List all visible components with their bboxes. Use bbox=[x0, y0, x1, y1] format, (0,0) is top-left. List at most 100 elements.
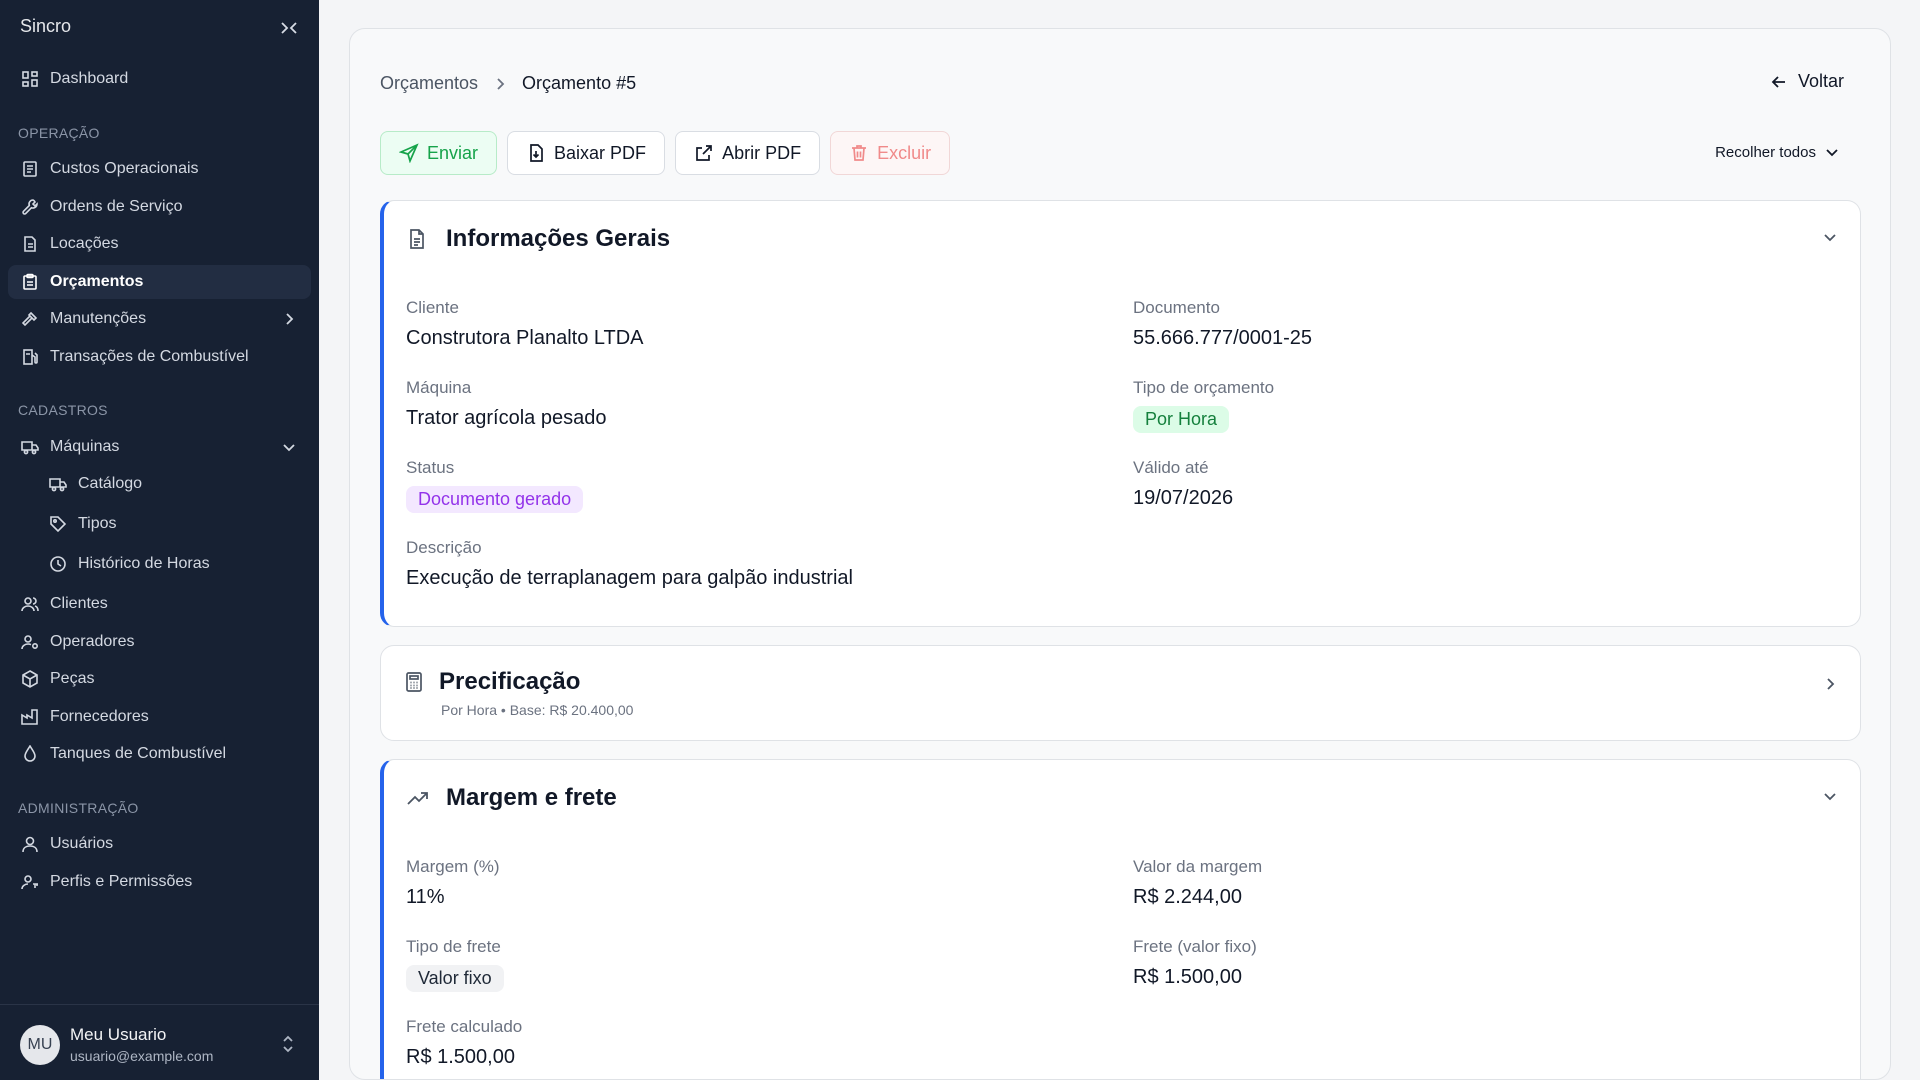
avatar: MU bbox=[20, 1025, 60, 1065]
back-button[interactable]: Voltar bbox=[1770, 71, 1844, 92]
nav-custos-operacionais[interactable]: Custos Operacionais bbox=[8, 152, 311, 186]
collapse-chevrons-icon bbox=[281, 22, 297, 34]
file-icon bbox=[20, 234, 40, 254]
card-title: Precificação bbox=[439, 668, 581, 695]
nav-label: Máquinas bbox=[50, 438, 120, 455]
nav-manutencoes[interactable]: Manutenções bbox=[8, 302, 311, 336]
truck-icon bbox=[20, 437, 40, 457]
field-label: Máquina bbox=[406, 378, 472, 397]
field-label: Documento bbox=[1133, 298, 1220, 317]
nav-label: Dashboard bbox=[50, 70, 129, 87]
open-pdf-button[interactable]: Abrir PDF bbox=[675, 131, 821, 175]
toolbar: Enviar Baixar PDF Abrir PDF Excluir bbox=[380, 131, 960, 175]
breadcrumb-orcamentos[interactable]: Orçamentos bbox=[380, 73, 478, 94]
nav-orcamentos[interactable]: Orçamentos bbox=[8, 265, 311, 299]
user-menu[interactable]: MU Meu Usuario usuario@example.com bbox=[0, 1004, 319, 1080]
nav-label: Locações bbox=[50, 235, 119, 252]
trending-up-icon bbox=[406, 786, 430, 810]
download-pdf-button[interactable]: Baixar PDF bbox=[507, 131, 666, 175]
nav-label: Usuários bbox=[50, 835, 114, 852]
nav-label: Manutenções bbox=[50, 310, 147, 327]
clock-icon bbox=[48, 554, 68, 574]
nav-operadores[interactable]: Operadores bbox=[8, 625, 311, 659]
card-collapse-toggle[interactable] bbox=[1820, 786, 1840, 806]
nav-ordens-servico[interactable]: Ordens de Serviço bbox=[8, 190, 311, 224]
collapse-all-button[interactable]: Recolher todos bbox=[1715, 143, 1842, 161]
chevron-right-icon bbox=[1827, 678, 1835, 690]
nav-pecas[interactable]: Peças bbox=[8, 662, 311, 696]
dashboard-icon bbox=[20, 69, 40, 89]
card-informacoes-gerais: Informações Gerais Cliente Construtora P… bbox=[380, 200, 1861, 627]
nav-fornecedores[interactable]: Fornecedores bbox=[8, 700, 311, 734]
receipt-icon bbox=[20, 159, 40, 179]
field-value: Trator agrícola pesado bbox=[406, 407, 607, 429]
nav-label: Catálogo bbox=[78, 475, 143, 492]
chevron-down-icon bbox=[1824, 793, 1836, 801]
field-valor-margem: Valor da margem R$ 2.244,00 bbox=[1133, 857, 1262, 909]
nav-label: Ordens de Serviço bbox=[50, 198, 183, 215]
nav-catalogo[interactable]: Catálogo bbox=[36, 467, 311, 501]
breadcrumb-current: Orçamento #5 bbox=[522, 73, 637, 93]
field-documento: Documento 55.666.777/0001-25 bbox=[1133, 298, 1312, 350]
card-precificacao[interactable]: Precificação Por Hora • Base: R$ 20.400,… bbox=[380, 645, 1861, 741]
chevron-down-icon bbox=[1824, 234, 1836, 242]
field-label: Status bbox=[406, 458, 455, 477]
field-label: Valor da margem bbox=[1133, 857, 1263, 876]
clipboard-icon bbox=[20, 272, 40, 292]
status-badge: Documento gerado bbox=[406, 486, 584, 513]
nav-tipos[interactable]: Tipos bbox=[36, 507, 311, 541]
card-expand-toggle[interactable] bbox=[1820, 674, 1840, 694]
nav-clientes[interactable]: Clientes bbox=[8, 587, 311, 621]
back-label: Voltar bbox=[1797, 71, 1844, 91]
nav-usuarios[interactable]: Usuários bbox=[8, 827, 311, 861]
field-value: 55.666.777/0001-25 bbox=[1133, 327, 1313, 349]
card-header[interactable]: Precificação bbox=[403, 668, 580, 696]
field-cliente: Cliente Construtora Planalto LTDA bbox=[406, 298, 644, 350]
field-label: Tipo de frete bbox=[406, 937, 501, 956]
document-icon bbox=[406, 227, 430, 251]
card-header[interactable]: Informações Gerais bbox=[406, 225, 670, 253]
field-label: Descrição bbox=[406, 538, 482, 557]
truck-icon bbox=[48, 474, 68, 494]
card-title: Informações Gerais bbox=[446, 225, 671, 252]
chevrons-up-down-icon bbox=[278, 1033, 298, 1055]
nav-maquinas[interactable]: Máquinas bbox=[8, 430, 311, 464]
card-header[interactable]: Margem e frete bbox=[406, 784, 617, 812]
field-frete-calculado: Frete calculado R$ 1.500,00 bbox=[406, 1017, 522, 1069]
nav-label: Perfis e Permissões bbox=[50, 873, 193, 890]
nav-label: Peças bbox=[50, 670, 95, 687]
send-button[interactable]: Enviar bbox=[380, 131, 498, 175]
open-pdf-label: Abrir PDF bbox=[722, 142, 802, 163]
user-email: usuario@example.com bbox=[70, 1048, 214, 1064]
card-title: Margem e frete bbox=[446, 784, 617, 811]
nav-perfis-permissoes[interactable]: Perfis e Permissões bbox=[8, 865, 311, 899]
nav-label: Operadores bbox=[50, 633, 135, 650]
field-value: Execução de terraplanagem para galpão in… bbox=[406, 567, 853, 589]
nav-label: Tipos bbox=[78, 515, 117, 532]
chevron-down-icon bbox=[279, 437, 299, 457]
nav-dashboard[interactable]: Dashboard bbox=[8, 62, 311, 96]
chevron-down-icon bbox=[1824, 143, 1842, 161]
field-value: Construtora Planalto LTDA bbox=[406, 327, 644, 349]
nav-tanques-combustivel[interactable]: Tanques de Combustível bbox=[8, 737, 311, 771]
card-subtitle: Por Hora • Base: R$ 20.400,00 bbox=[441, 702, 634, 718]
hammer-icon bbox=[20, 309, 40, 329]
external-link-icon bbox=[694, 143, 714, 163]
sidebar: Sincro Dashboard OPERAÇÃO Custos Operaci… bbox=[0, 0, 319, 1080]
calculator-icon bbox=[403, 670, 427, 694]
trash-icon bbox=[849, 143, 869, 163]
card-collapse-toggle[interactable] bbox=[1820, 227, 1840, 247]
nav-historico-horas[interactable]: Histórico de Horas bbox=[36, 547, 311, 581]
freight-type-badge: Valor fixo bbox=[406, 965, 504, 992]
field-tipo-frete: Tipo de frete Valor fixo bbox=[406, 937, 504, 992]
nav-locacoes[interactable]: Locações bbox=[8, 227, 311, 261]
field-descricao: Descrição Execução de terraplanagem para… bbox=[406, 538, 853, 590]
field-maquina: Máquina Trator agrícola pesado bbox=[406, 378, 606, 430]
collapse-sidebar-button[interactable] bbox=[277, 16, 301, 40]
field-label: Margem (%) bbox=[406, 857, 500, 876]
collapse-all-label: Recolher todos bbox=[1715, 143, 1816, 161]
delete-button[interactable]: Excluir bbox=[830, 131, 951, 175]
nav-transacoes-combustivel[interactable]: Transações de Combustível bbox=[8, 340, 311, 374]
droplet-icon bbox=[20, 744, 40, 764]
delete-label: Excluir bbox=[877, 142, 932, 163]
